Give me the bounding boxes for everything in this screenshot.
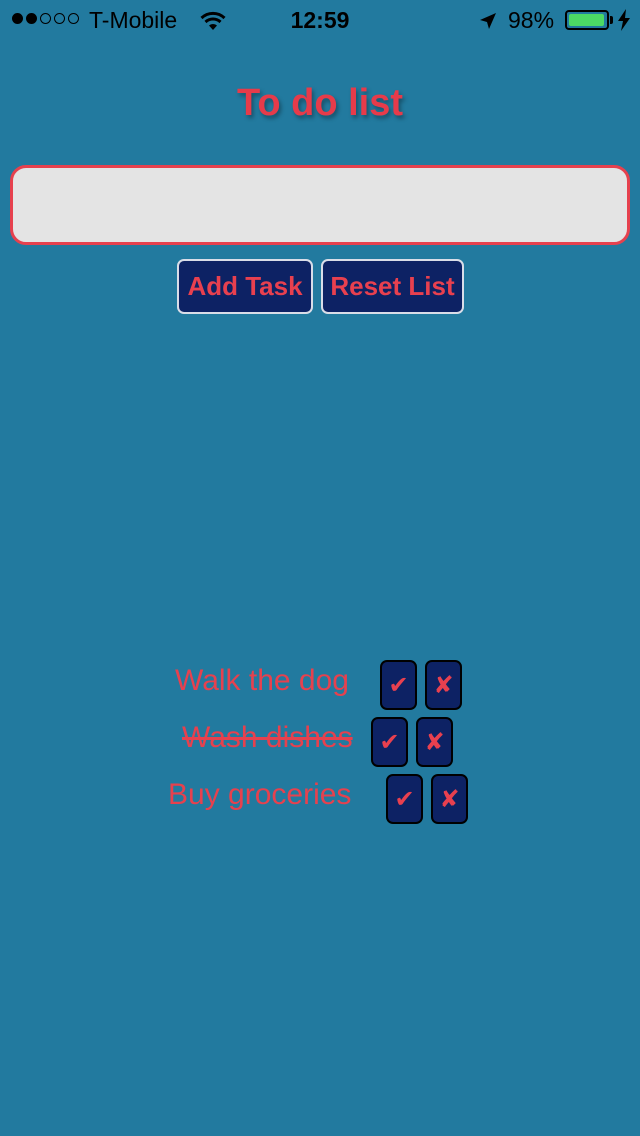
location-arrow-icon xyxy=(478,10,498,37)
add-task-button[interactable]: Add Task xyxy=(177,259,313,314)
complete-task-button[interactable]: ✔ xyxy=(371,717,408,767)
status-bar: T-Mobile 12:59 98% xyxy=(0,0,640,40)
complete-task-button[interactable]: ✔ xyxy=(380,660,417,710)
delete-task-button[interactable]: ✘ xyxy=(431,774,468,824)
battery-percentage: 98% xyxy=(508,7,555,33)
task-input[interactable] xyxy=(10,165,630,245)
page-title: To do list xyxy=(236,82,404,124)
battery-tip xyxy=(610,16,613,24)
task-text: Wash dishes xyxy=(182,721,353,754)
complete-task-button[interactable]: ✔ xyxy=(386,774,423,824)
battery-icon xyxy=(565,10,609,30)
delete-task-button[interactable]: ✘ xyxy=(416,717,453,767)
task-text: Buy groceries xyxy=(168,778,352,811)
task-text: Walk the dog xyxy=(175,664,349,697)
charging-bolt-icon xyxy=(617,9,631,37)
reset-list-button[interactable]: Reset List xyxy=(321,259,464,314)
delete-task-button[interactable]: ✘ xyxy=(425,660,462,710)
